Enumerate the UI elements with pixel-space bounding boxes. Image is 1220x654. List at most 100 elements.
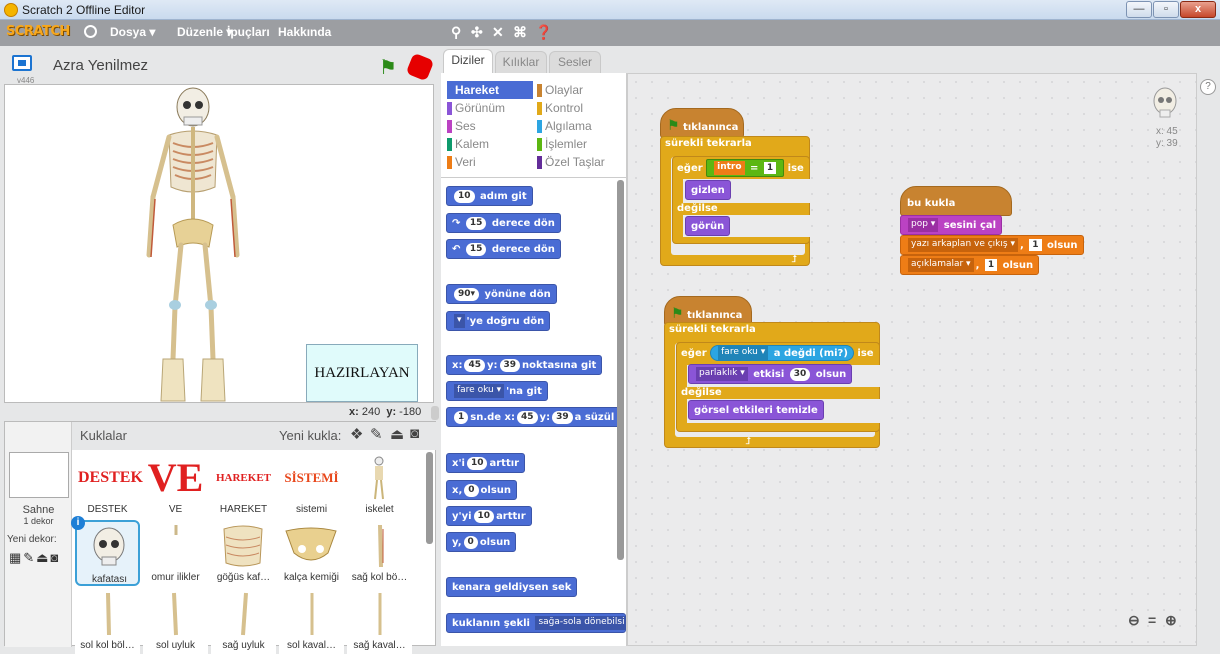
forever-label: sürekli tekrarla [665,138,752,149]
grow-tool-icon[interactable]: ✕ [492,24,504,41]
block-rotation-style[interactable]: kuklanın şekli sağa-sola dönebilsin [446,613,626,633]
stage-collapse-handle[interactable] [431,406,439,420]
green-flag-icon[interactable]: ⚑ [379,55,397,80]
sprite-gogus-kafesi[interactable]: göğüs kaf… [211,520,276,586]
block-set-x[interactable]: x, 0 olsun [446,480,518,500]
minimize-button[interactable]: — [1126,1,1152,18]
tab-sounds[interactable]: Sesler [549,51,601,73]
right-gutter [1200,100,1218,646]
skeleton-thumbnail [374,456,384,500]
category-events[interactable]: Olaylar [537,81,623,99]
delete-tool-icon[interactable]: ✣ [471,24,483,41]
help-icon[interactable]: ? [1200,79,1216,95]
duplicate-tool-icon[interactable]: ⚲ [451,24,461,41]
sprite-kafatasi-selected[interactable]: i kafatası [71,516,140,586]
upload-sprite-icon[interactable]: ⏏ [390,425,404,443]
block-glide[interactable]: 1 sn.de x: 45 y: 39 a süzül [446,407,621,427]
sprite-omur-ilikler[interactable]: omur ilikler [143,520,208,586]
sprites-header: Kuklalar Yeni kukla: ❖ ✎ ⏏ ◙ [72,422,437,450]
zoom-in-icon[interactable]: ⊕ [1165,612,1177,629]
maximize-button[interactable]: ▫ [1153,1,1179,18]
sprite-sistemi[interactable]: SİSTEMİ sistemi [279,452,344,518]
zoom-reset-button[interactable]: = [1148,612,1156,628]
category-sensing[interactable]: Algılama [537,117,623,135]
block-change-y[interactable]: y'yi 10 arttır [446,506,532,526]
block-go-to-xy[interactable]: x: 45 y: 39 noktasına git [446,355,603,375]
block-set-var-1[interactable]: yazı arkaplan ve çıkış ▾, 1 olsun [900,235,1084,255]
fullscreen-icon[interactable] [12,55,32,71]
language-globe-icon[interactable] [84,25,97,38]
shrink-tool-icon[interactable]: ⌘ [513,24,527,41]
sprite-name: omur ilikler [151,572,200,583]
when-flag-clicked-hat[interactable]: ⚑ tıklanınca [660,108,744,138]
tab-costumes[interactable]: Kılıklar [495,51,547,73]
sprites-scrollbar[interactable] [426,452,433,544]
menu-file[interactable]: Dosya ▾ [110,25,155,39]
sprite-library-icon[interactable]: ❖ [350,425,363,443]
scripts-area[interactable]: ⚑ tıklanınca sürekli tekrarla ⮥ eğer int… [627,73,1197,646]
stage-thumbnail[interactable] [9,452,69,498]
block-set-effect[interactable]: parlaklık ▾ etkisi 30 olsun [688,364,853,384]
block-bounce[interactable]: kenara geldiysen sek [446,577,578,597]
block-show[interactable]: görün [685,216,731,236]
block-play-sound[interactable]: pop ▾ sesini çal [900,215,1003,235]
close-button[interactable]: x [1180,1,1216,18]
scratch-logo[interactable]: SCRATCH [6,24,70,39]
menu-tips[interactable]: İpuçları [227,25,270,39]
help-tool-icon[interactable]: ❓ [535,24,552,41]
sprite-kalca-kemigi[interactable]: kalça kemiği [279,520,344,586]
sprite-sag-uyluk[interactable]: sağ uyluk [211,588,276,654]
block-point-direction[interactable]: 90▾ yönüne dön [446,284,557,304]
project-title[interactable]: Azra Yenilmez [53,57,148,74]
category-data[interactable]: Veri [447,153,533,171]
stage-column: Sahne 1 dekor Yeni dekor: ▦✎⏏◙ [5,422,72,647]
stage-canvas[interactable]: HAZIRLAYAN [4,84,434,403]
sprite-name: kalça kemiği [283,572,340,583]
category-pen[interactable]: Kalem [447,135,533,153]
equals-operator[interactable]: intro = 1 [706,159,785,177]
block-set-var-2[interactable]: açıklamalar ▾, 1 olsun [900,255,1040,275]
category-column-right: Olaylar Kontrol Algılama İşlemler Özel T… [537,81,623,171]
block-go-to[interactable]: fare oku ▾'na git [446,381,548,401]
sprite-sol-kaval[interactable]: sol kaval… [279,588,344,654]
tab-scripts[interactable]: Diziler [443,49,493,73]
camera-sprite-icon[interactable]: ◙ [410,425,419,442]
menu-about[interactable]: Hakkında [278,25,331,39]
category-control[interactable]: Kontrol [537,99,623,117]
sprites-title: Kuklalar [80,428,127,443]
sprite-ve[interactable]: VE VE [143,452,208,518]
sprite-pane: Sahne 1 dekor Yeni dekor: ▦✎⏏◙ Kuklalar … [4,421,437,654]
palette-scrollbar[interactable] [617,180,624,560]
sprite-destek[interactable]: DESTEK DESTEK [75,452,143,518]
stage-decor-count: 1 dekor [23,516,54,526]
sprite-hareket[interactable]: HAREKET HAREKET [211,452,276,518]
category-motion[interactable]: Hareket [447,81,533,99]
block-turn-left[interactable]: ↶ 15 derece dön [446,239,561,259]
block-hide[interactable]: gizlen [685,180,731,200]
block-clear-effects[interactable]: görsel etkileri temizle [688,400,824,420]
sprite-sol-uyluk[interactable]: sol uyluk [143,588,208,654]
category-sound[interactable]: Ses [447,117,533,135]
menu-edit[interactable]: Düzenle ▾ [177,25,232,39]
category-operators[interactable]: İşlemler [537,135,623,153]
stage-label: Sahne [22,504,55,516]
block-point-towards[interactable]: ▾'ye doğru dön [446,311,551,331]
category-more-blocks[interactable]: Özel Taşlar [537,153,623,171]
hazirlayan-sprite[interactable]: HAZIRLAYAN [306,344,418,402]
block-change-x[interactable]: x'i 10 arttır [446,453,526,473]
when-sprite-clicked-hat[interactable]: bu kukla tıklanınca [900,186,1012,243]
block-set-y[interactable]: y, 0 olsun [446,532,517,552]
sprite-sag-kaval[interactable]: sağ kaval… [347,588,412,654]
sprite-sag-kol[interactable]: sağ kol bö… [347,520,412,586]
sprite-thumbnail: DESTEK [78,469,143,486]
stop-icon[interactable] [405,52,435,82]
block-move-steps[interactable]: 10 adım git [446,186,533,206]
zoom-out-icon[interactable]: ⊖ [1128,612,1140,629]
sprite-sol-kol[interactable]: sol kol böl… [75,588,140,654]
block-turn-right[interactable]: ↷ 15 derece dön [446,213,561,233]
paint-sprite-icon[interactable]: ✎ [370,425,383,443]
touching-sensor[interactable]: fare oku ▾ a değdi (mi?) [710,345,854,361]
new-backdrop-icons[interactable]: ▦✎⏏◙ [9,550,60,566]
sprite-iskelet[interactable]: iskelet [347,452,412,518]
category-looks[interactable]: Görünüm [447,99,533,117]
